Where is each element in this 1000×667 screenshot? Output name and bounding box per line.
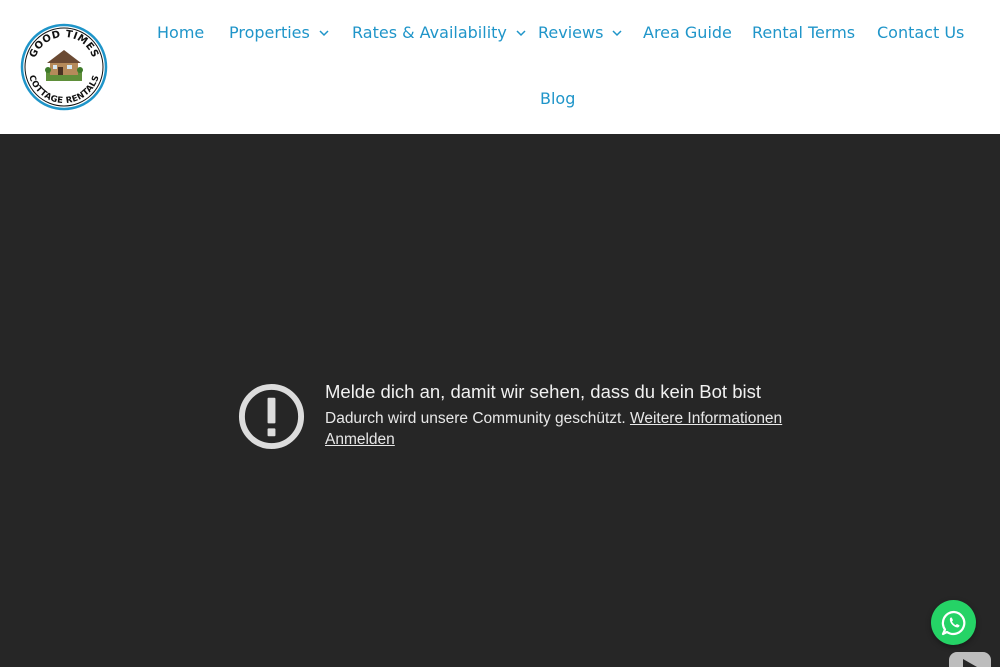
whatsapp-icon	[941, 610, 965, 635]
exclamation-circle-icon	[238, 383, 305, 450]
nav-home-label: Home	[157, 23, 205, 42]
chevron-down-icon	[612, 29, 622, 36]
nav-rates-availability-label: Rates & Availability	[352, 23, 507, 42]
bot-check-title: Melde dich an, damit wir sehen, dass du …	[325, 381, 762, 402]
more-info-link[interactable]: Weitere Informationen	[630, 410, 782, 427]
nav-blog-label: Blog	[540, 89, 576, 108]
nav-home[interactable]: Home	[157, 23, 204, 42]
bot-check-subtitle-line: Dadurch wird unsere Community geschützt.…	[325, 410, 782, 428]
nav-reviews-label: Reviews	[538, 23, 604, 42]
nav-contact-us[interactable]: Contact Us	[877, 23, 964, 42]
play-icon	[963, 659, 977, 667]
whatsapp-chat-button[interactable]	[931, 600, 976, 645]
nav-blog[interactable]: Blog	[540, 89, 575, 108]
nav-rental-terms-label: Rental Terms	[752, 23, 856, 42]
youtube-icon[interactable]	[949, 652, 991, 667]
nav-properties-label: Properties	[229, 23, 310, 42]
chevron-down-icon	[516, 29, 526, 36]
nav-area-guide[interactable]: Area Guide	[643, 23, 732, 42]
nav-contact-us-label: Contact Us	[877, 23, 965, 42]
nav-properties[interactable]: Properties	[229, 23, 329, 42]
nav-rental-terms[interactable]: Rental Terms	[752, 23, 855, 42]
chevron-down-icon	[319, 29, 329, 36]
bot-check-subtitle: Dadurch wird unsere Community geschützt.	[325, 410, 626, 427]
site-header: GOOD TIMES COTTAGE RENTALS Home Properti…	[0, 0, 1000, 134]
login-link[interactable]: Anmelden	[325, 431, 395, 449]
nav-area-guide-label: Area Guide	[643, 23, 732, 42]
nav-rates-availability[interactable]: Rates & Availability	[352, 23, 526, 42]
main-nav: Home Properties Rates & Availability Rev…	[0, 0, 1000, 134]
nav-reviews[interactable]: Reviews	[538, 23, 622, 42]
